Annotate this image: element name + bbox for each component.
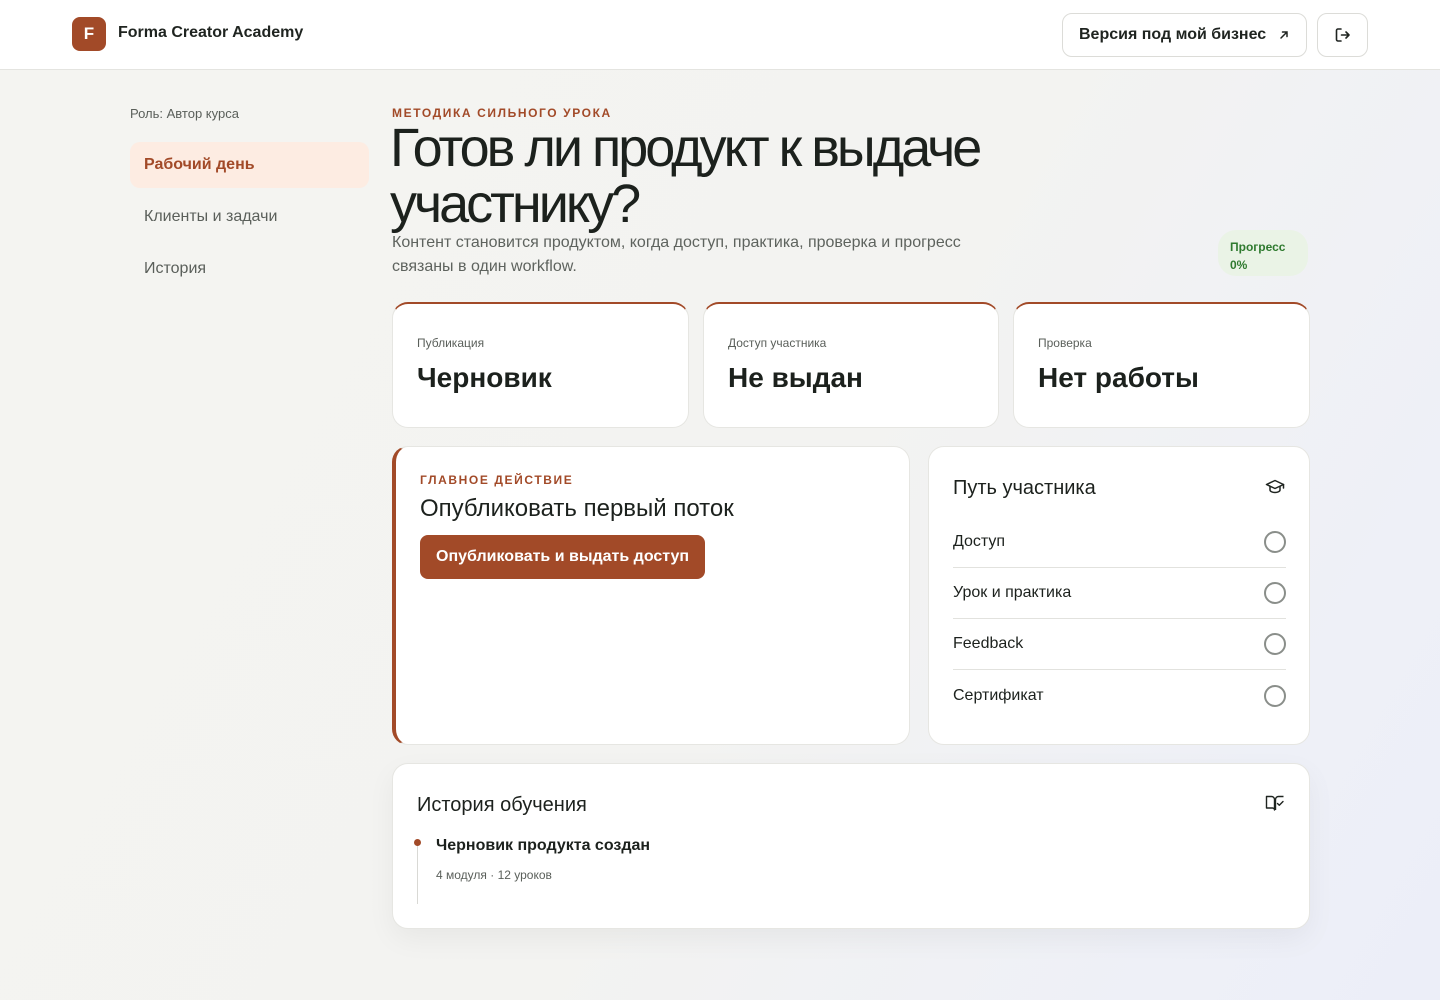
page-title: Готов ли продукт к выдаче участнику? (390, 118, 982, 234)
sidebar-item-workday[interactable]: Рабочий день (130, 142, 369, 188)
stat-label: Доступ участника (728, 336, 827, 350)
step-status-circle[interactable] (1264, 531, 1286, 553)
stat-value: Не выдан (728, 362, 863, 393)
logo[interactable]: F (72, 17, 106, 51)
stat-card-review: Проверка Нет работы (1013, 302, 1310, 428)
history-title: История обучения (417, 794, 587, 816)
progress-value: 0% (1230, 258, 1248, 272)
step-status-circle[interactable] (1264, 582, 1286, 604)
history-event-meta: 4 модуля · 12 уроков (436, 868, 552, 882)
sidebar-item-history[interactable]: История (130, 246, 369, 292)
business-version-button[interactable]: Версия под мой бизнес (1062, 13, 1307, 57)
action-title: Опубликовать первый поток (420, 495, 734, 522)
logout-button[interactable] (1317, 13, 1368, 57)
progress-badge: Прогресс 0% (1218, 230, 1308, 276)
step-status-circle[interactable] (1264, 633, 1286, 655)
logout-icon (1335, 28, 1350, 42)
stat-value: Нет работы (1038, 362, 1199, 393)
path-step[interactable]: Сертификат (953, 670, 1286, 721)
participant-path-card: Путь участника Доступ Урок и практика Fe… (928, 446, 1310, 745)
hero-subtitle: Контент становится продуктом, когда дост… (392, 234, 961, 275)
path-step-label: Feedback (953, 635, 1024, 652)
action-eyebrow: ГЛАВНОЕ ДЕЙСТВИЕ (420, 473, 574, 487)
brand-name[interactable]: Forma Creator Academy (118, 24, 303, 42)
stat-label: Публикация (417, 336, 485, 350)
path-step[interactable]: Доступ (953, 517, 1286, 568)
learning-history-card: История обучения Черновик продукта созда… (392, 763, 1310, 929)
stat-card-access: Доступ участника Не выдан (703, 302, 999, 428)
path-step-label: Урок и практика (953, 584, 1072, 601)
business-version-label: Версия под мой бизнес (1079, 26, 1267, 43)
arrow-up-right-icon (1280, 31, 1288, 39)
stat-label: Проверка (1038, 336, 1092, 350)
timeline-dot (414, 839, 421, 846)
history-event-title: Черновик продукта создан (436, 837, 651, 854)
step-status-circle[interactable] (1264, 684, 1286, 707)
graduation-cap-icon (1265, 479, 1285, 494)
path-step[interactable]: Урок и практика (953, 568, 1286, 619)
top-bar: F Forma Creator Academy Версия под мой б… (0, 0, 1440, 70)
sidebar-item-clients[interactable]: Клиенты и задачи (130, 194, 369, 240)
timeline-line (417, 844, 418, 904)
path-step-label: Сертификат (953, 686, 1044, 704)
progress-label: Прогресс (1230, 240, 1286, 254)
path-step-label: Доступ (953, 533, 1006, 550)
stat-card-publication: Публикация Черновик (392, 302, 689, 428)
book-check-icon (1265, 795, 1284, 811)
main-action-card: ГЛАВНОЕ ДЕЙСТВИЕ Опубликовать первый пот… (392, 446, 910, 745)
path-step[interactable]: Feedback (953, 619, 1286, 670)
role-label: Роль: Автор курса (130, 106, 239, 121)
path-title: Путь участника (953, 477, 1096, 499)
publish-button[interactable]: Опубликовать и выдать доступ (420, 535, 706, 579)
stat-value: Черновик (417, 362, 552, 393)
